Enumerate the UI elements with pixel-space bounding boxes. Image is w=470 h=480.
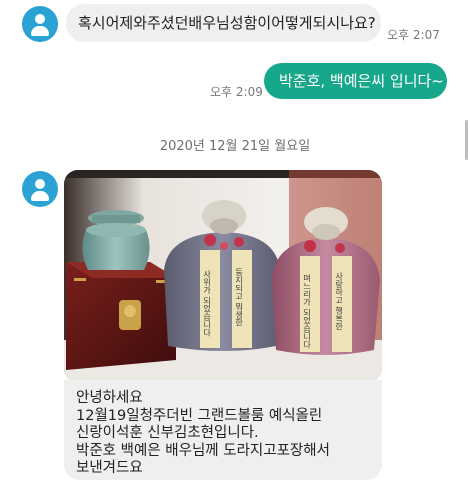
message-time: 오후 2:07 bbox=[387, 28, 440, 42]
message-text: 박준호, 백예은씨 입니다~ bbox=[279, 72, 444, 90]
message-photo[interactable]: 사위가 되었습니다 둥지되고 뭐생한 며느리가 되었습니다 사랑하고 행복한 bbox=[64, 170, 382, 382]
contact-avatar[interactable] bbox=[22, 171, 58, 207]
message-line: 12월19일청주더빈 그랜드볼룸 예식올린 bbox=[76, 407, 323, 424]
person-icon bbox=[35, 14, 45, 24]
incoming-message[interactable]: 안녕하세요 12월19일청주더빈 그랜드볼룸 예식올린 신랑이석훈 신부김초현입… bbox=[64, 380, 382, 480]
outgoing-message[interactable]: 박준호, 백예은씨 입니다~ bbox=[264, 63, 447, 99]
ribbon-text: 둥지되고 뭐생한 bbox=[234, 268, 243, 327]
message-line: 박준호 백예은 배우님께 도라지고포장해서 bbox=[76, 442, 330, 459]
message-line: 신랑이석훈 신부김초현입니다. bbox=[76, 425, 259, 441]
gift-photo-image: 사위가 되었습니다 둥지되고 뭐생한 며느리가 되었습니다 사랑하고 행복한 bbox=[64, 170, 382, 382]
message-line: 안녕하세요 bbox=[76, 390, 143, 406]
message-time: 오후 2:09 bbox=[210, 85, 263, 99]
contact-avatar[interactable] bbox=[22, 6, 58, 42]
ribbon-text: 사랑하고 행복한 bbox=[334, 272, 343, 331]
message-line: 보낸겨드요 bbox=[76, 460, 143, 476]
message-text: 혹시어제와주셨던배우님성함이어떻게되시나요? bbox=[78, 14, 376, 32]
ribbon-text: 며느리가 되었습니다 bbox=[302, 273, 311, 350]
person-icon bbox=[35, 179, 45, 189]
incoming-message[interactable]: 혹시어제와주셨던배우님성함이어떻게되시나요? bbox=[66, 4, 381, 42]
date-separator: 2020년 12월 21일 월요일 bbox=[159, 139, 311, 154]
ribbon-text: 사위가 되었습니다 bbox=[202, 270, 211, 338]
